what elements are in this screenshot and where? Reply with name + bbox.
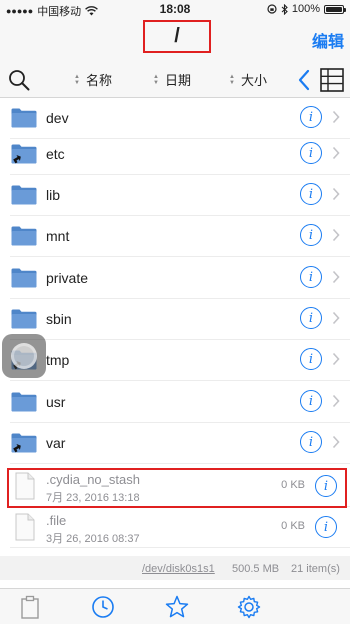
highlight-box [7, 468, 347, 508]
sort-by-name-button[interactable]: ▲ ▼ 名称 [74, 70, 112, 89]
list-view-icon[interactable] [320, 68, 344, 92]
footer-item-count: 21 item(s) [291, 563, 340, 575]
row-divider [10, 547, 350, 548]
row-divider [10, 463, 350, 464]
sort-name-label: 名称 [85, 73, 112, 88]
footer-disk-size: 500.5 MB [232, 563, 280, 575]
settings-gear-icon[interactable] [237, 595, 261, 619]
lock-rotation-icon [267, 4, 277, 14]
folder-icon [11, 185, 37, 205]
sort-date-label: 日期 [164, 73, 191, 88]
page-title: / [143, 20, 211, 53]
storage-footer: /dev/disk0s1s1 500.5 MB 21 item(s) [0, 556, 350, 580]
item-name: sbin [46, 311, 72, 327]
chevron-right-icon [332, 311, 340, 325]
item-size: 0 KB [281, 520, 305, 532]
sort-by-date-button[interactable]: ▲ ▼ 日期 [153, 70, 191, 89]
search-icon[interactable] [8, 69, 30, 91]
folder-row[interactable]: dev i [0, 98, 350, 139]
chevron-right-icon [332, 110, 340, 124]
chevron-right-icon [332, 270, 340, 284]
back-chevron-icon[interactable] [296, 68, 312, 92]
item-name: etc [46, 146, 65, 162]
row-divider [10, 380, 350, 381]
info-icon[interactable]: i [315, 516, 337, 538]
sort-arrows-icon: ▲ ▼ [74, 73, 80, 86]
folder-icon [11, 108, 37, 128]
chevron-right-icon [332, 187, 340, 201]
clipboard-icon[interactable] [18, 595, 42, 619]
folder-icon [11, 392, 37, 412]
folder-icon [11, 226, 37, 246]
chevron-right-icon [332, 228, 340, 242]
folder-row[interactable]: usr i [0, 382, 350, 423]
battery-percent: 100% [291, 3, 320, 15]
folder-row[interactable]: etc i [0, 134, 350, 175]
folder-row[interactable]: sbin i [0, 299, 350, 340]
info-icon[interactable]: i [300, 348, 322, 370]
item-name: var [46, 435, 66, 451]
file-row[interactable]: .file 3月 26, 2016 08:37 0 KB i [0, 507, 350, 548]
folder-row[interactable]: mnt i [0, 216, 350, 257]
folder-row[interactable]: private i [0, 258, 350, 299]
sort-arrows-icon: ▲ ▼ [153, 73, 159, 86]
chevron-right-icon [332, 394, 340, 408]
info-icon[interactable]: i [300, 307, 322, 329]
folder-row[interactable]: tmp i [0, 340, 350, 381]
info-icon[interactable]: i [300, 106, 322, 128]
info-icon[interactable]: i [300, 142, 322, 164]
nav-bar: / 编辑 [0, 18, 350, 62]
item-name: usr [46, 394, 66, 410]
item-name: .file [46, 513, 67, 528]
folder-alias-icon [11, 144, 37, 164]
footer-path-link[interactable]: /dev/disk0s1s1 [142, 563, 215, 575]
info-icon[interactable]: i [300, 390, 322, 412]
status-right: 100% [267, 3, 346, 15]
document-icon [15, 513, 35, 541]
item-date: 3月 26, 2016 08:37 [46, 533, 140, 545]
tab-bar [0, 588, 350, 624]
sort-by-size-button[interactable]: ▲ ▼ 大小 [229, 70, 267, 89]
chevron-right-icon [332, 435, 340, 449]
info-icon[interactable]: i [300, 431, 322, 453]
folder-icon [11, 309, 37, 329]
recent-clock-icon[interactable] [91, 595, 115, 619]
info-icon[interactable]: i [300, 224, 322, 246]
folder-row[interactable]: lib i [0, 175, 350, 216]
item-name: mnt [46, 228, 70, 244]
status-bar: ●●●●● 中国移动 18:08 100% [0, 0, 350, 18]
bluetooth-icon [281, 3, 288, 15]
item-name: dev [46, 110, 69, 126]
folder-alias-icon [11, 433, 37, 453]
item-name: tmp [46, 352, 70, 368]
chevron-right-icon [332, 146, 340, 160]
sort-arrows-icon: ▲ ▼ [229, 73, 235, 86]
sort-toolbar: ▲ ▼ 名称 ▲ ▼ 日期 ▲ ▼ 大小 [0, 62, 350, 98]
info-icon[interactable]: i [300, 183, 322, 205]
folder-row[interactable]: var i [0, 423, 350, 464]
chevron-right-icon [332, 352, 340, 366]
item-name: lib [46, 187, 61, 203]
battery-icon [324, 4, 346, 14]
favorites-star-icon[interactable] [165, 595, 189, 619]
assistive-touch-button[interactable] [2, 334, 46, 378]
item-name: private [46, 270, 89, 286]
folder-icon [11, 268, 37, 288]
sort-size-label: 大小 [240, 73, 267, 88]
info-icon[interactable]: i [300, 266, 322, 288]
edit-button[interactable]: 编辑 [312, 28, 344, 52]
row-divider [10, 256, 350, 257]
